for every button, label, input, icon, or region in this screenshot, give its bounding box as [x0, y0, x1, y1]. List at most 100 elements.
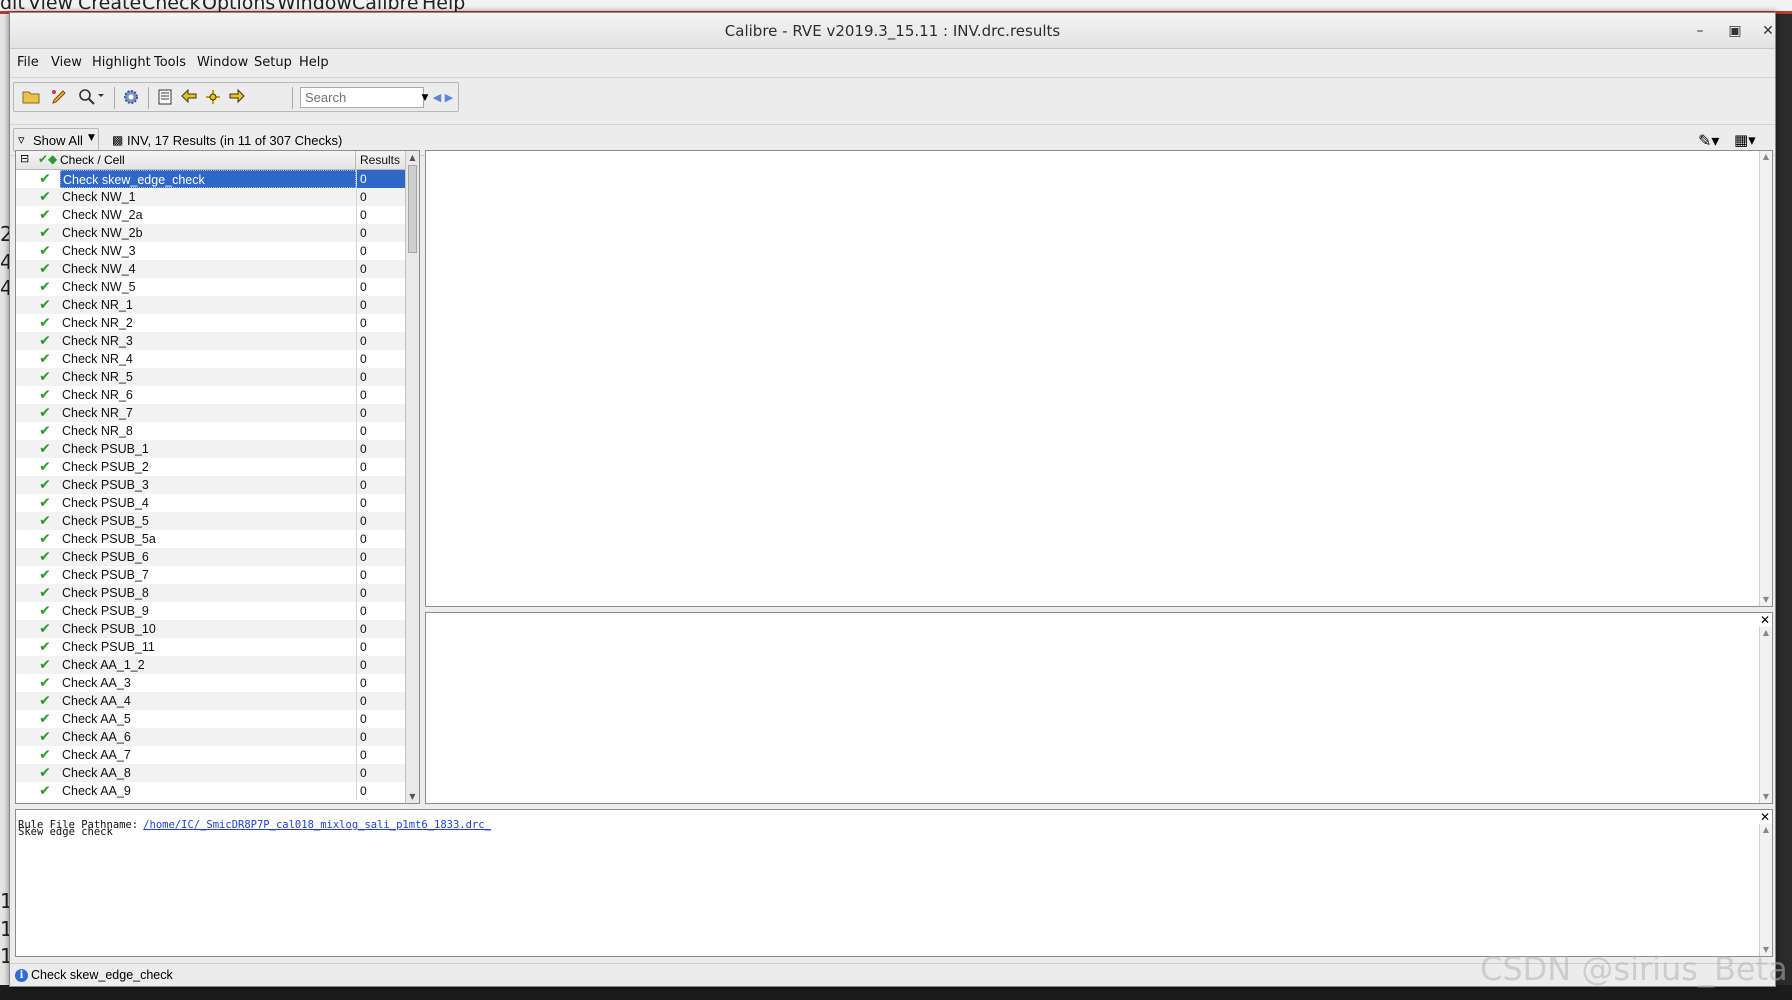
close-icon[interactable]: ✕: [1758, 21, 1778, 41]
rule-file-path-link[interactable]: /home/IC/_SmicDR8P7P_cal018_mixlog_sali_…: [143, 819, 491, 831]
check-passed-icon: ✔: [39, 261, 51, 277]
table-row[interactable]: ✔ Check NR_2 0: [16, 314, 406, 332]
check-result-count: 0: [356, 710, 406, 728]
check-passed-icon: ✔: [39, 567, 51, 583]
check-label: Check AA_5: [62, 712, 131, 726]
maximize-icon[interactable]: ▣: [1725, 21, 1745, 41]
table-row[interactable]: ✔ Check NW_4 0: [16, 260, 406, 278]
results-view-pane[interactable]: ▲ ▼: [425, 150, 1773, 607]
settings-gear-icon[interactable]: [120, 88, 142, 108]
scroll-thumb[interactable]: [408, 165, 417, 253]
menu-tools[interactable]: Tools: [154, 55, 186, 70]
check-label: Check PSUB_4: [62, 496, 149, 510]
table-row[interactable]: ✔ Check skew_edge_check 0: [16, 170, 406, 188]
check-passed-icon: ✔: [39, 657, 51, 673]
table-row[interactable]: ✔ Check PSUB_1 0: [16, 440, 406, 458]
menu-setup[interactable]: Setup: [254, 55, 292, 70]
scroll-up-icon[interactable]: ▲: [406, 151, 419, 164]
open-folder-icon[interactable]: [20, 88, 42, 108]
table-row[interactable]: ✔ Check AA_3 0: [16, 674, 406, 692]
table-row[interactable]: ✔ Check AA_6 0: [16, 728, 406, 746]
detail-scrollbar[interactable]: ▲ ▼: [1759, 627, 1772, 803]
table-row[interactable]: ✔ Check NR_4 0: [16, 350, 406, 368]
check-passed-icon: ✔: [39, 387, 51, 403]
table-row[interactable]: ✔ Check PSUB_3 0: [16, 476, 406, 494]
zoom-icon[interactable]: [76, 88, 108, 108]
table-row[interactable]: ✔ Check NW_2a 0: [16, 206, 406, 224]
check-label: Check AA_4: [62, 694, 131, 708]
layout-grid-icon[interactable]: ▦▾: [1734, 131, 1756, 149]
scroll-down-icon[interactable]: ▼: [1760, 791, 1772, 803]
table-row[interactable]: ✔ Check PSUB_6 0: [16, 548, 406, 566]
column-header-results[interactable]: Results: [356, 151, 406, 170]
toolbar-group: ▼ ◀ ▶: [13, 82, 459, 112]
table-row[interactable]: ✔ Check AA_5 0: [16, 710, 406, 728]
table-row[interactable]: ✔ Check NR_3 0: [16, 332, 406, 350]
table-row[interactable]: ✔ Check PSUB_2 0: [16, 458, 406, 476]
table-row[interactable]: ✔ Check NW_5 0: [16, 278, 406, 296]
search-input[interactable]: [300, 87, 424, 108]
table-row[interactable]: ✔ Check PSUB_5a 0: [16, 530, 406, 548]
menu-highlight[interactable]: Highlight: [92, 55, 151, 70]
table-row[interactable]: ✔ Check PSUB_11 0: [16, 638, 406, 656]
column-header-check[interactable]: ⊟ ✔◆ Check / Cell: [16, 151, 356, 170]
check-result-count: 0: [356, 674, 406, 692]
scroll-up-icon[interactable]: ▲: [1760, 627, 1772, 639]
result-detail-pane[interactable]: ✕ ▲ ▼: [425, 612, 1773, 804]
filter-list-icon[interactable]: [154, 88, 176, 108]
table-row[interactable]: ✔ Check PSUB_5 0: [16, 512, 406, 530]
back-arrow-icon[interactable]: [178, 88, 200, 108]
minimize-icon[interactable]: –: [1690, 21, 1710, 41]
window-title: Calibre - RVE v2019.3_15.11 : INV.drc.re…: [724, 22, 1061, 40]
show-all-dropdown[interactable]: ▿ Show All ▼: [13, 128, 99, 152]
menu-window[interactable]: Window: [197, 55, 248, 70]
table-row[interactable]: ✔ Check PSUB_4 0: [16, 494, 406, 512]
menu-file[interactable]: File: [17, 55, 39, 70]
menu-view[interactable]: View: [51, 55, 82, 70]
check-passed-icon: ✔: [39, 495, 51, 511]
highlight-pen-icon[interactable]: [48, 88, 70, 108]
tree-rows: ✔ Check skew_edge_check 0 ✔ Check NW_1 0 ✔ Chec…: [16, 170, 406, 800]
collapse-icon[interactable]: ⊟: [20, 152, 29, 165]
menu-help[interactable]: Help: [299, 55, 329, 70]
rule-info-scrollbar[interactable]: ▲ ▼: [1759, 824, 1772, 956]
window-titlebar[interactable]: Calibre - RVE v2019.3_15.11 : INV.drc.re…: [10, 13, 1775, 49]
check-label: Check PSUB_5: [62, 514, 149, 528]
table-row[interactable]: ✔ Check NR_7 0: [16, 404, 406, 422]
close-pane-icon[interactable]: ✕: [1759, 614, 1771, 626]
table-row[interactable]: ✔ Check PSUB_7 0: [16, 566, 406, 584]
check-label: Check PSUB_9: [62, 604, 149, 618]
check-passed-icon: ✔: [39, 423, 51, 439]
table-row[interactable]: ✔ Check PSUB_9 0: [16, 602, 406, 620]
table-row[interactable]: ✔ Check AA_4 0: [16, 692, 406, 710]
table-row[interactable]: ✔ Check NW_2b 0: [16, 224, 406, 242]
table-row[interactable]: ✔ Check PSUB_10 0: [16, 620, 406, 638]
tree-scrollbar[interactable]: ▲ ▼: [405, 151, 419, 803]
scroll-up-icon[interactable]: ▲: [1760, 151, 1772, 163]
search-next-icon[interactable]: ▶: [442, 88, 456, 108]
table-row[interactable]: ✔ Check AA_8 0: [16, 764, 406, 782]
table-row[interactable]: ✔ Check AA_1_2 0: [16, 656, 406, 674]
table-row[interactable]: ✔ Check NR_5 0: [16, 368, 406, 386]
view-scrollbar[interactable]: ▲ ▼: [1759, 151, 1772, 606]
table-row[interactable]: ✔ Check NR_1 0: [16, 296, 406, 314]
table-row[interactable]: ✔ Check NW_3 0: [16, 242, 406, 260]
check-label: Check NR_7: [62, 406, 133, 420]
forward-arrow-icon[interactable]: [226, 88, 248, 108]
center-icon[interactable]: [202, 88, 224, 108]
check-passed-icon: ✔: [39, 459, 51, 475]
table-row[interactable]: ✔ Check PSUB_8 0: [16, 584, 406, 602]
table-row[interactable]: ✔ Check AA_9 0: [16, 782, 406, 800]
scroll-down-icon[interactable]: ▼: [1760, 594, 1772, 606]
table-row[interactable]: ✔ Check NW_1 0: [16, 188, 406, 206]
scroll-up-icon[interactable]: ▲: [1760, 824, 1772, 836]
check-label: Check PSUB_8: [62, 586, 149, 600]
table-row[interactable]: ✔ Check AA_7 0: [16, 746, 406, 764]
scroll-down-icon[interactable]: ▼: [406, 790, 419, 803]
table-row[interactable]: ✔ Check NR_6 0: [16, 386, 406, 404]
check-label: Check NW_2a: [62, 208, 143, 222]
check-label: Check NR_2: [62, 316, 133, 330]
pen-tool-icon[interactable]: ✎▾: [1698, 131, 1719, 150]
close-pane-icon[interactable]: ✕: [1759, 811, 1771, 823]
table-row[interactable]: ✔ Check NR_8 0: [16, 422, 406, 440]
